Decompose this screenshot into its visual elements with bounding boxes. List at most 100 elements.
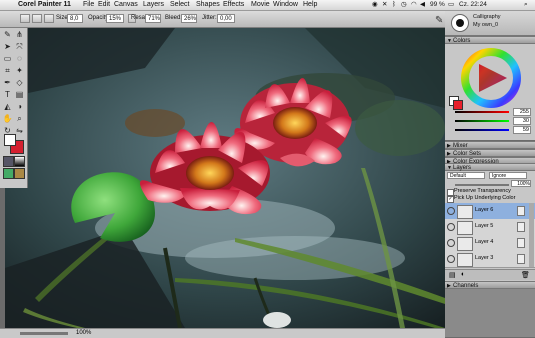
resat-field[interactable]: 71%: [145, 14, 161, 23]
channels-panel: ▶ Channels: [445, 281, 535, 337]
colors-panel-header[interactable]: ▼ Colors: [445, 36, 535, 44]
red-value-field[interactable]: 255: [513, 108, 531, 116]
shape-icon[interactable]: ◇: [14, 78, 25, 88]
visibility-eye-icon[interactable]: [447, 223, 455, 231]
colors-panel: ▼ Colors 255 30 59: [445, 36, 535, 140]
document-canvas[interactable]: [5, 28, 445, 328]
visibility-eye-icon[interactable]: [447, 239, 455, 247]
delete-layer-icon[interactable]: 🗑: [521, 271, 530, 279]
pick-up-color-checkbox[interactable]: ✓: [447, 196, 454, 203]
pattern-selector[interactable]: [3, 168, 14, 179]
pen-icon[interactable]: ✒: [2, 78, 13, 88]
layer-row[interactable]: Layer 6: [445, 203, 535, 220]
menu-edit[interactable]: Edit: [98, 0, 110, 10]
layer-row[interactable]: Layer 5: [445, 219, 535, 236]
visibility-eye-icon[interactable]: [447, 255, 455, 263]
tray-icon-1[interactable]: ◉: [372, 0, 378, 10]
gradient-selector[interactable]: [14, 156, 25, 167]
brush-dab-preview[interactable]: [451, 14, 469, 32]
crop-icon[interactable]: ⌗: [2, 66, 13, 76]
bleed-field[interactable]: 26%: [181, 14, 197, 23]
lasso-icon[interactable]: ◌: [14, 54, 25, 64]
jitter-label: Jitter:: [202, 15, 217, 21]
layer-adjuster-icon[interactable]: ➤: [2, 42, 13, 52]
time-machine-icon[interactable]: ◷: [401, 0, 407, 10]
blue-slider[interactable]: 59: [451, 126, 531, 134]
layer-opacity-field[interactable]: 100%: [511, 180, 531, 187]
volume-icon[interactable]: ◀: [420, 0, 425, 10]
layer-thumbnail: [457, 237, 473, 251]
menu-window[interactable]: Window: [273, 0, 298, 10]
menu-layers[interactable]: Layers: [143, 0, 164, 10]
mixer-panel-header[interactable]: ▶ Mixer: [445, 141, 535, 149]
app-name-menu[interactable]: Corel Painter 11: [18, 0, 71, 10]
layer-lock-icon[interactable]: [517, 222, 525, 232]
blue-value-field[interactable]: 59: [513, 126, 531, 134]
menu-movie[interactable]: Movie: [251, 0, 270, 10]
brush-variant[interactable]: My own_0: [473, 22, 498, 28]
layers-panel-title: Layers: [453, 165, 472, 171]
tray-icon-2[interactable]: ✕: [382, 0, 387, 10]
menu-shapes[interactable]: Shapes: [196, 0, 220, 10]
composite-method-select[interactable]: Default: [447, 172, 485, 179]
eraser-icon[interactable]: ▤: [14, 90, 25, 100]
brush-options-button[interactable]: [32, 14, 42, 23]
layers-scrollbar[interactable]: [529, 203, 534, 267]
jitter-field[interactable]: 0,00: [217, 14, 235, 23]
color-wheel[interactable]: [459, 46, 523, 110]
nozzle-selector[interactable]: [14, 168, 25, 179]
rectangle-select-icon[interactable]: ▭: [2, 54, 13, 64]
text-icon[interactable]: T: [2, 90, 13, 100]
color-sets-panel-header[interactable]: ▶ Color Sets: [445, 149, 535, 157]
menu-select[interactable]: Select: [170, 0, 189, 10]
layer-row[interactable]: Layer 4: [445, 235, 535, 252]
layer-opacity-slider[interactable]: [455, 184, 509, 186]
grabber-icon[interactable]: ✋: [2, 114, 13, 124]
new-layer-icon[interactable]: ▤: [449, 271, 456, 279]
menu-effects[interactable]: Effects: [223, 0, 244, 10]
paper-selector[interactable]: [3, 156, 14, 167]
layers-panel-header[interactable]: ▼ Layers: [445, 163, 535, 171]
clock[interactable]: Cz. 22:24: [459, 0, 487, 10]
layers-toolbar: ▤ ◐ 🗑: [445, 269, 535, 280]
channels-panel-header[interactable]: ▶ Channels: [445, 281, 535, 289]
dodge-icon[interactable]: ◑: [14, 102, 25, 112]
secondary-color-swatch[interactable]: [4, 134, 16, 146]
bluetooth-icon[interactable]: ᛒ: [392, 0, 396, 10]
bleed-label: Bleed:: [165, 15, 183, 21]
layer-lock-icon[interactable]: [517, 238, 525, 248]
transform-icon[interactable]: ⤧: [14, 42, 25, 52]
spotlight-icon[interactable]: ⌕: [524, 0, 528, 10]
brush-category[interactable]: Calligraphy: [473, 14, 501, 20]
battery-icon: ▭: [448, 1, 455, 8]
layer-lock-icon[interactable]: [517, 254, 525, 264]
composite-depth-select[interactable]: Ignore: [489, 172, 527, 179]
green-slider[interactable]: 30: [451, 117, 531, 125]
battery-percent[interactable]: 99 %: [430, 0, 445, 10]
wifi-icon[interactable]: ◠: [411, 0, 417, 10]
menu-help[interactable]: Help: [303, 0, 317, 10]
toolbox: ✎ ⋔ ➤ ⤧ ▭ ◌ ⌗ ✦ ✒ ◇ T ▤ ◭ ◑ ✋ ⌕ ↻ ⇋: [0, 28, 28, 188]
size-field[interactable]: 8,0: [67, 14, 83, 23]
layer-name: Layer 3: [475, 255, 494, 261]
dropper-icon[interactable]: ⋔: [14, 30, 25, 40]
paint-bucket-icon[interactable]: ◭: [2, 102, 13, 112]
reset-tool-button[interactable]: [20, 14, 30, 23]
green-value-field[interactable]: 30: [513, 117, 531, 125]
menu-canvas[interactable]: Canvas: [114, 0, 138, 10]
colors-panel-title: Colors: [453, 38, 471, 44]
stroke-options-button[interactable]: [44, 14, 54, 23]
zoom-slider[interactable]: [20, 332, 68, 335]
magnifier-icon[interactable]: ⌕: [14, 114, 25, 124]
layer-row[interactable]: Layer 3: [445, 251, 535, 268]
opacity-field[interactable]: 15%: [106, 14, 124, 23]
preserve-transparency-checkbox[interactable]: [447, 189, 454, 196]
magic-wand-icon[interactable]: ✦: [14, 66, 25, 76]
layer-mask-icon[interactable]: ◐: [461, 271, 465, 278]
red-slider[interactable]: 255: [451, 108, 531, 116]
menu-file[interactable]: File: [83, 0, 94, 10]
brush-icon[interactable]: ✎: [2, 30, 13, 40]
brush-selector-bar[interactable]: ✎ Calligraphy My own_0: [435, 11, 535, 36]
visibility-eye-icon[interactable]: [447, 207, 455, 215]
layer-lock-icon[interactable]: [517, 206, 525, 216]
